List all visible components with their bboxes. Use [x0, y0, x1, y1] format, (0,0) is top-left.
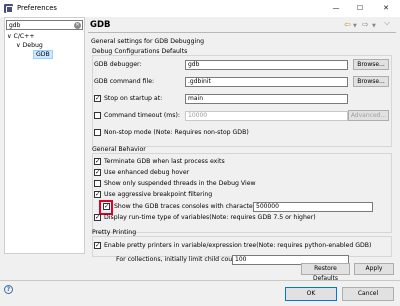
help-icon[interactable]: ? — [4, 285, 13, 294]
suspended-threads-checkbox[interactable] — [94, 180, 101, 187]
stop-on-startup-field[interactable]: main — [185, 94, 348, 104]
terminate-gdb-label: Terminate GDB when last process exits — [104, 158, 225, 165]
filter-text: gdb — [9, 22, 21, 29]
non-stop-mode-label: Non-stop mode (Note: Requires non-stop G… — [104, 129, 249, 136]
gdb-traces-label: Show the GDB traces consoles with charac… — [114, 203, 273, 210]
char-limit-field[interactable]: 500000 — [253, 202, 373, 212]
chevron-down-icon[interactable]: ∨ — [7, 33, 12, 40]
maximize-button[interactable]: ☐ — [348, 0, 372, 17]
restore-defaults-button[interactable]: Restore Defaults — [301, 263, 350, 282]
stop-on-startup-label: Stop on startup at: — [104, 95, 163, 102]
runtime-type-label: Display run-time type of variables(Note:… — [104, 214, 316, 221]
preference-tree-panel: gdb ✕ ∨ C/C++ ∨ Debug GDB — [4, 17, 85, 254]
tree-item-gdb[interactable]: GDB — [33, 50, 53, 59]
tree-item-label: C/C++ — [13, 33, 35, 40]
tree-item-debug[interactable]: ∨ Debug — [16, 42, 43, 49]
pretty-printers-label: Enable pretty printers in variable/expre… — [104, 242, 372, 249]
view-menu-icon[interactable]: ⌵ — [384, 18, 390, 28]
aggressive-breakpoint-checkbox[interactable] — [94, 190, 101, 199]
child-count-label: For collections, initially limit child c… — [116, 256, 247, 263]
enhanced-hover-label: Use enhanced debug hover — [104, 169, 190, 176]
gdb-command-file-field[interactable]: .gdbinit — [185, 77, 348, 87]
pretty-printers-checkbox[interactable] — [94, 241, 101, 250]
gdb-debugger-label: GDB debugger: — [94, 61, 142, 68]
chevron-down-icon[interactable]: ∨ — [16, 42, 21, 49]
command-timeout-checkbox[interactable] — [94, 112, 101, 119]
browse-debugger-button[interactable]: Browse... — [353, 59, 389, 70]
preference-page: GDB ⇦ ▼ ⇨ ▼ ⌵ General settings for GDB D… — [88, 17, 396, 265]
general-behavior-title: General Behavior — [92, 146, 146, 153]
apply-button[interactable]: Apply — [354, 263, 394, 275]
enhanced-hover-checkbox[interactable] — [94, 168, 101, 177]
command-timeout-label: Command timeout (ms): — [104, 112, 181, 119]
forward-dropdown-icon[interactable]: ▼ — [372, 23, 376, 29]
back-arrow-icon[interactable]: ⇦ — [344, 20, 351, 29]
forward-arrow-icon[interactable]: ⇨ — [362, 20, 369, 29]
defaults-group-title: Debug Configurations Defaults — [92, 48, 188, 55]
bottom-separator — [0, 280, 400, 281]
browse-command-file-button[interactable]: Browse... — [353, 76, 389, 87]
minimize-button[interactable]: — — [324, 0, 348, 17]
close-window-button[interactable]: ✕ — [374, 0, 398, 17]
preferences-app-icon — [4, 4, 13, 13]
tree-item-label: Debug — [22, 42, 43, 49]
gdb-command-file-label: GDB command file: — [94, 78, 155, 85]
gdb-debugger-field[interactable]: gdb — [185, 60, 348, 70]
terminate-gdb-checkbox[interactable] — [94, 157, 101, 166]
runtime-type-checkbox[interactable] — [94, 213, 101, 222]
suspended-threads-label: Show only suspended threads in the Debug… — [104, 180, 256, 187]
window-title: Preferences — [17, 4, 57, 12]
clear-filter-icon[interactable]: ✕ — [74, 22, 81, 29]
page-title: GDB — [90, 20, 111, 30]
ok-button[interactable]: OK — [285, 287, 337, 301]
advanced-button[interactable]: Advanced... — [348, 110, 389, 121]
back-dropdown-icon[interactable]: ▼ — [353, 23, 357, 29]
non-stop-mode-checkbox[interactable] — [94, 129, 101, 136]
gdb-traces-checkbox[interactable] — [103, 202, 110, 211]
stop-on-startup-checkbox[interactable] — [94, 94, 101, 103]
pretty-printing-title: Pretty Printing — [92, 229, 137, 236]
page-description: General settings for GDB Debugging — [91, 38, 205, 45]
filter-input[interactable]: gdb ✕ — [6, 20, 83, 30]
tree-item-cpp[interactable]: ∨ C/C++ — [7, 33, 35, 40]
aggressive-breakpoint-label: Use aggressive breakpoint filtering — [104, 191, 213, 198]
cancel-button[interactable]: Cancel — [342, 287, 394, 301]
command-timeout-field[interactable]: 10000 — [185, 111, 348, 121]
